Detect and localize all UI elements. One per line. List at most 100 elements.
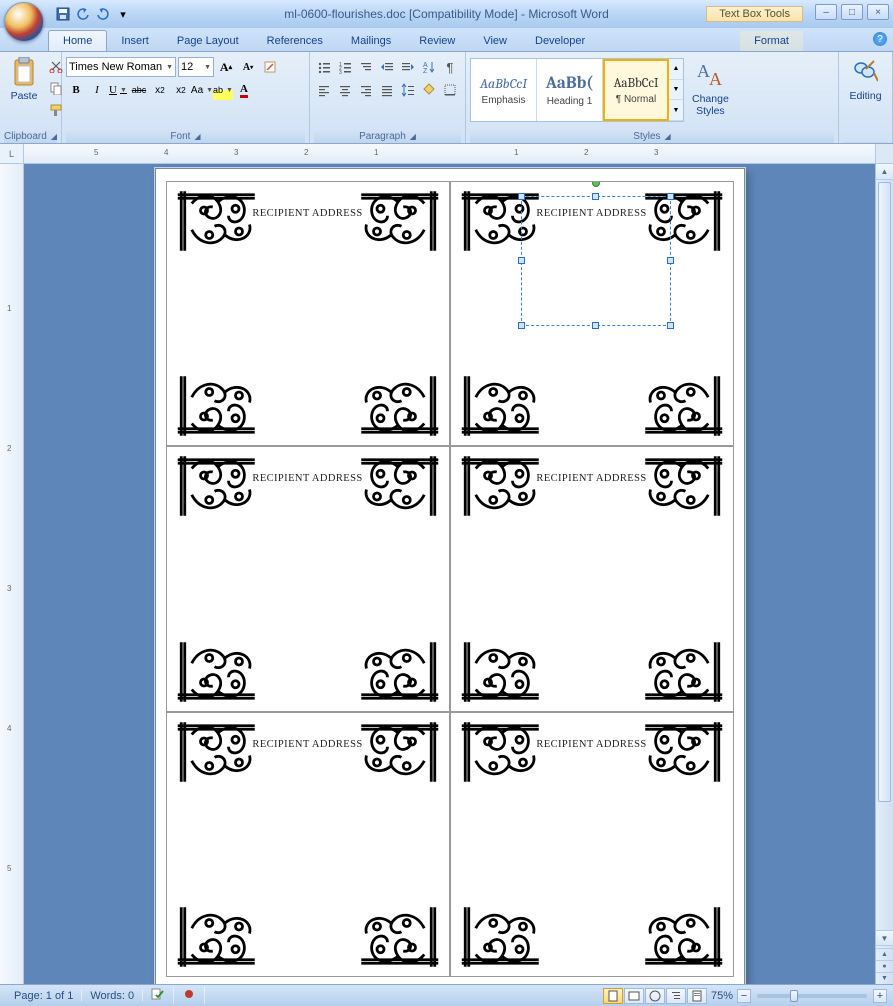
recipient-address-text[interactable]: RECIPIENT ADDRESS [252, 208, 362, 219]
superscript-button[interactable]: x2 [171, 80, 191, 100]
paragraph-dialog-launcher-icon[interactable]: ◢ [410, 132, 416, 141]
proofing-icon[interactable] [143, 987, 174, 1004]
macro-recording-icon[interactable] [174, 987, 205, 1004]
font-size-combo[interactable]: 12▼ [178, 57, 214, 77]
label-cell[interactable]: RECIPIENT ADDRESS [450, 446, 734, 711]
undo-icon[interactable] [74, 5, 92, 23]
draft-view-icon[interactable] [687, 988, 707, 1004]
outline-view-icon[interactable] [666, 988, 686, 1004]
label-cell[interactable]: RECIPIENT ADDRESS [450, 712, 734, 977]
label-cell[interactable]: RECIPIENT ADDRESS [166, 712, 450, 977]
style-heading1[interactable]: AaBb( Heading 1 [537, 59, 603, 121]
bold-button[interactable]: B [66, 80, 86, 100]
chevron-up-icon[interactable]: ▲ [669, 59, 683, 80]
recipient-address-text[interactable]: RECIPIENT ADDRESS [252, 739, 362, 750]
justify-icon[interactable] [377, 80, 397, 100]
styles-dialog-launcher-icon[interactable]: ◢ [665, 132, 671, 141]
gallery-scroll[interactable]: ▲ ▼ ▼ [669, 59, 683, 121]
tab-page-layout[interactable]: Page Layout [163, 31, 253, 51]
borders-icon[interactable] [440, 80, 460, 100]
change-case-button[interactable]: Aa▼ [192, 80, 212, 100]
status-words[interactable]: Words: 0 [82, 990, 143, 1002]
change-styles-button[interactable]: AA Change Styles [688, 58, 733, 119]
show-marks-icon[interactable]: ¶ [440, 57, 460, 77]
sort-icon[interactable]: AZ [419, 57, 439, 77]
underline-button[interactable]: U▼ [108, 80, 128, 100]
italic-button[interactable]: I [87, 80, 107, 100]
style-emphasis[interactable]: AaBbCcI Emphasis [471, 59, 537, 121]
clear-formatting-icon[interactable] [260, 57, 280, 77]
browse-object-icon[interactable]: ● [876, 960, 893, 972]
line-spacing-icon[interactable] [398, 80, 418, 100]
restore-button[interactable]: □ [841, 4, 863, 20]
align-right-icon[interactable] [356, 80, 376, 100]
resize-handle[interactable] [592, 322, 599, 329]
bullets-icon[interactable] [314, 57, 334, 77]
tab-references[interactable]: References [253, 31, 337, 51]
shading-icon[interactable] [419, 80, 439, 100]
font-dialog-launcher-icon[interactable]: ◢ [194, 132, 200, 141]
help-icon[interactable]: ? [873, 32, 887, 46]
zoom-percent[interactable]: 75% [711, 990, 733, 1002]
ruler-corner[interactable]: L [0, 144, 24, 163]
horizontal-ruler[interactable]: 5 4 3 2 1 1 2 3 [24, 144, 875, 163]
print-layout-view-icon[interactable] [603, 988, 623, 1004]
recipient-address-text[interactable]: RECIPIENT ADDRESS [536, 473, 646, 484]
style-normal[interactable]: AaBbCcI ¶ Normal [603, 59, 669, 121]
tab-view[interactable]: View [469, 31, 521, 51]
next-page-icon[interactable]: ▼ [876, 972, 893, 984]
numbering-icon[interactable]: 123 [335, 57, 355, 77]
increase-indent-icon[interactable] [398, 57, 418, 77]
gallery-more-icon[interactable]: ▼ [669, 100, 683, 121]
clipboard-dialog-launcher-icon[interactable]: ◢ [51, 132, 57, 141]
minimize-button[interactable]: – [815, 4, 837, 20]
web-layout-view-icon[interactable] [645, 988, 665, 1004]
save-icon[interactable] [54, 5, 72, 23]
label-cell[interactable]: RECIPIENT ADDRESS [166, 446, 450, 711]
label-cell[interactable]: RECIPIENT ADDRESS [166, 181, 450, 446]
rotate-handle[interactable] [592, 181, 600, 187]
resize-handle[interactable] [518, 322, 525, 329]
label-cell[interactable]: RECIPIENT ADDRESS [450, 181, 734, 446]
resize-handle[interactable] [667, 257, 674, 264]
tab-format[interactable]: Format [740, 31, 803, 51]
document-canvas[interactable]: RECIPIENT ADDRESS RECIPIENT ADDRESS RECIPI… [24, 164, 875, 984]
chevron-down-icon[interactable]: ▼ [669, 80, 683, 101]
strikethrough-button[interactable]: abc [129, 80, 149, 100]
subscript-button[interactable]: x2 [150, 80, 170, 100]
font-color-button[interactable]: A [234, 80, 254, 100]
status-page[interactable]: Page: 1 of 1 [6, 990, 82, 1002]
editing-button[interactable]: Editing [845, 54, 885, 104]
resize-handle[interactable] [518, 193, 525, 200]
tab-mailings[interactable]: Mailings [337, 31, 405, 51]
vertical-scrollbar[interactable]: ▲ ▼ ▲ ● ▼ [875, 164, 893, 984]
vertical-ruler[interactable]: 1 2 3 4 5 [0, 164, 24, 984]
tab-insert[interactable]: Insert [107, 31, 163, 51]
resize-handle[interactable] [667, 193, 674, 200]
office-button[interactable] [4, 2, 44, 42]
full-screen-view-icon[interactable] [624, 988, 644, 1004]
align-left-icon[interactable] [314, 80, 334, 100]
recipient-address-text[interactable]: RECIPIENT ADDRESS [252, 473, 362, 484]
font-name-combo[interactable]: Times New Roman▼ [66, 57, 176, 77]
zoom-slider-thumb[interactable] [790, 990, 798, 1002]
multilevel-list-icon[interactable] [356, 57, 376, 77]
redo-icon[interactable] [94, 5, 112, 23]
close-button[interactable]: × [867, 4, 889, 20]
zoom-slider[interactable] [757, 994, 867, 998]
recipient-address-text[interactable]: RECIPIENT ADDRESS [536, 739, 646, 750]
scroll-down-icon[interactable]: ▼ [876, 930, 893, 946]
scroll-up-icon[interactable]: ▲ [876, 164, 893, 180]
tab-developer[interactable]: Developer [521, 31, 599, 51]
highlight-button[interactable]: ab▼ [213, 80, 233, 100]
textbox-selection[interactable] [521, 196, 671, 326]
zoom-out-button[interactable]: − [737, 989, 751, 1003]
scroll-thumb[interactable] [878, 182, 891, 802]
prev-page-icon[interactable]: ▲ [876, 948, 893, 960]
ruler-toggle-icon[interactable] [875, 144, 893, 163]
zoom-in-button[interactable]: + [873, 989, 887, 1003]
tab-home[interactable]: Home [48, 30, 107, 51]
decrease-indent-icon[interactable] [377, 57, 397, 77]
styles-gallery[interactable]: AaBbCcI Emphasis AaBb( Heading 1 AaBbCcI… [470, 58, 684, 122]
align-center-icon[interactable] [335, 80, 355, 100]
